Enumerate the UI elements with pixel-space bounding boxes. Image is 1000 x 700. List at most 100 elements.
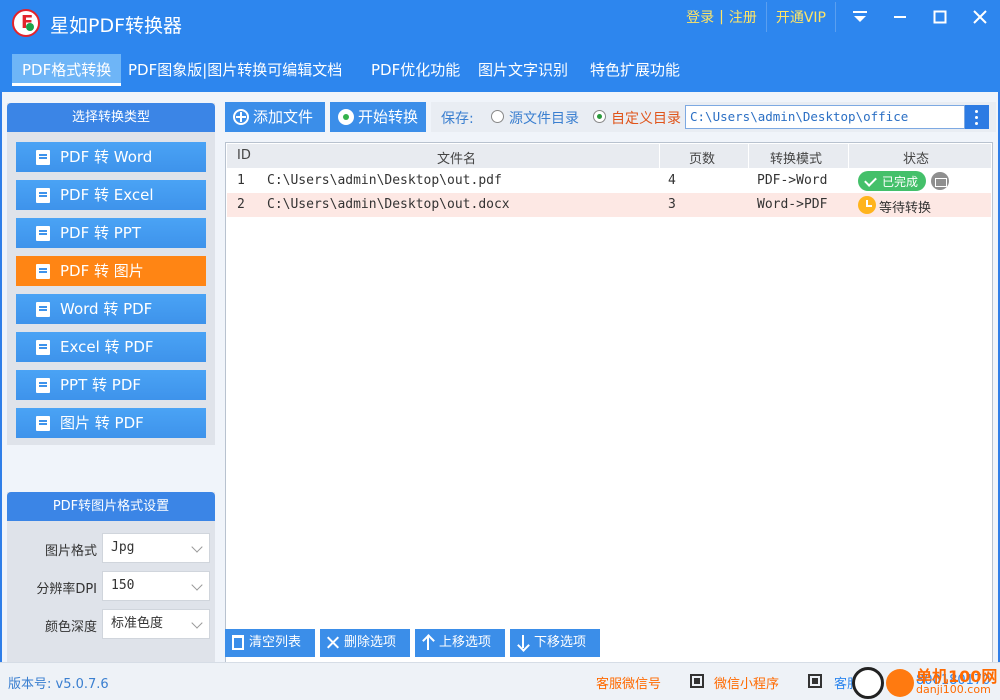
button-label: Excel 转 PDF — [60, 338, 154, 356]
table-row[interactable]: 1 C:\Users\admin\Desktop\out.pdf 4 PDF->… — [227, 169, 991, 193]
status-badge: 已完成 — [858, 171, 927, 191]
row-pages: 4 — [668, 173, 676, 188]
minimize-icon[interactable] — [880, 0, 920, 34]
move-down-button[interactable]: 下移选项 — [510, 629, 600, 657]
file-table: ID 文件名 页数 转换模式 状态 1 C:\Users\admin\Deskt… — [225, 142, 993, 674]
clock-icon — [858, 196, 876, 214]
pdf-file-icon — [36, 150, 50, 165]
chevron-down-icon — [191, 617, 203, 629]
login-link[interactable]: 登录 — [681, 7, 719, 27]
image-to-pdf-button[interactable]: 图片 转 PDF — [16, 408, 206, 438]
status-text: 等待转换 — [879, 201, 932, 216]
dpi-select[interactable]: 150 — [102, 571, 210, 601]
chevron-down-icon — [191, 579, 203, 591]
button-label: PDF 转 PPT — [60, 224, 142, 242]
image-format-row: 图片格式 Jpg — [7, 533, 215, 565]
image-settings-panel: PDF转图片格式设置 图片格式 Jpg 分辨率DPI 150 颜色深度 标准色度 — [7, 492, 215, 662]
qr-code-icon[interactable] — [690, 674, 704, 688]
custom-dir-radio[interactable] — [593, 110, 606, 123]
arrow-up-icon — [422, 635, 434, 650]
main-menu: PDF格式转换 PDF图象版|图片转换可编辑文档 PDF优化功能 图片文字识别 … — [0, 46, 1000, 92]
ppt-to-pdf-button[interactable]: PPT 转 PDF — [16, 370, 206, 400]
start-icon — [338, 109, 354, 125]
button-label: 开始转换 — [358, 108, 419, 126]
color-depth-row: 颜色深度 标准色度 — [7, 609, 215, 641]
row-filename: C:\Users\admin\Desktop\out.docx — [267, 197, 510, 212]
dropdown-menu-icon[interactable] — [840, 0, 880, 34]
register-link[interactable]: 注册 — [724, 7, 762, 27]
plus-circle-icon — [233, 109, 249, 125]
image-settings-header: PDF转图片格式设置 — [7, 492, 215, 521]
app-title: 星如PDF转换器 — [50, 15, 183, 37]
button-label: PPT 转 PDF — [60, 376, 142, 394]
pdf-to-ppt-button[interactable]: PDF 转 PPT — [16, 218, 206, 248]
save-label: 保存: — [441, 111, 474, 127]
vip-link[interactable]: 开通VIP — [771, 7, 831, 27]
qr-code-icon[interactable] — [808, 674, 822, 688]
pdf-file-icon — [36, 264, 50, 279]
pdf-to-image-button[interactable]: PDF 转 图片 — [16, 256, 206, 286]
row-filename: C:\Users\admin\Desktop\out.pdf — [267, 173, 502, 188]
browse-more-icon[interactable] — [965, 105, 989, 129]
app-logo: F — [12, 9, 40, 37]
button-label: 上移选项 — [439, 635, 492, 650]
col-pages: 页数 — [689, 152, 716, 167]
output-path-input[interactable]: C:\Users\admin\Desktop\office — [685, 105, 965, 129]
button-label: 图片 转 PDF — [60, 414, 144, 432]
tab-pdf-optimize[interactable]: PDF优化功能 — [361, 54, 470, 86]
tab-pdf-format-convert[interactable]: PDF格式转换 — [12, 54, 122, 86]
trash-icon — [232, 635, 244, 650]
row-id: 1 — [237, 173, 245, 188]
version-label: 版本号: v5.0.7.6 — [8, 677, 109, 692]
row-id: 2 — [237, 197, 245, 212]
pdf-file-icon — [36, 188, 50, 203]
excel-to-pdf-button[interactable]: Excel 转 PDF — [16, 332, 206, 362]
col-mode: 转换模式 — [770, 152, 823, 167]
start-convert-button[interactable]: 开始转换 — [330, 102, 426, 132]
col-status: 状态 — [903, 152, 930, 167]
word-to-pdf-button[interactable]: Word 转 PDF — [16, 294, 206, 324]
dpi-label: 分辨率DPI — [36, 582, 97, 597]
pdf-to-excel-button[interactable]: PDF 转 Excel — [16, 180, 206, 210]
custom-dir-label[interactable]: 自定义目录 — [611, 108, 681, 128]
clear-list-button[interactable]: 清空列表 — [225, 629, 315, 657]
source-dir-label[interactable]: 源文件目录 — [509, 108, 579, 128]
source-dir-radio[interactable] — [491, 110, 504, 123]
main-area: 选择转换类型 PDF 转 Word PDF 转 Excel PDF 转 PPT … — [2, 92, 998, 674]
image-format-select[interactable]: Jpg — [102, 533, 210, 563]
move-up-button[interactable]: 上移选项 — [415, 629, 505, 657]
tab-pdf-image-edit[interactable]: PDF图象版|图片转换可编辑文档 — [118, 54, 352, 86]
chevron-down-icon — [191, 541, 203, 553]
row-pages: 3 — [668, 197, 676, 212]
table-header: ID 文件名 页数 转换模式 状态 — [227, 144, 991, 168]
table-row[interactable]: 2 C:\Users\admin\Desktop\out.docx 3 Word… — [227, 193, 991, 217]
color-depth-select[interactable]: 标准色度 — [102, 609, 210, 639]
tab-image-ocr[interactable]: 图片文字识别 — [468, 54, 578, 86]
mini-program-link[interactable]: 微信小程序 — [714, 673, 779, 692]
tab-extended-features[interactable]: 特色扩展功能 — [580, 54, 690, 86]
image-file-icon — [36, 416, 50, 431]
watermark-url: danji100.com — [916, 683, 991, 696]
color-depth-label: 颜色深度 — [44, 620, 97, 635]
row-mode: Word->PDF — [757, 197, 828, 212]
delete-item-button[interactable]: 删除选项 — [320, 629, 410, 657]
button-label: 添加文件 — [253, 108, 314, 126]
close-icon — [327, 635, 339, 650]
excel-file-icon — [36, 340, 50, 355]
watermark-logo-icon — [852, 667, 884, 699]
close-icon[interactable] — [960, 0, 1000, 34]
select-value: 标准色度 — [111, 616, 164, 631]
row-mode: PDF->Word — [757, 173, 828, 188]
wechat-service-link[interactable]: 客服微信号 — [596, 673, 661, 692]
pdf-to-word-button[interactable]: PDF 转 Word — [16, 142, 206, 172]
button-label: 下移选项 — [534, 635, 587, 650]
save-location-bar: 保存: 源文件目录 自定义目录 C:\Users\admin\Desktop\o… — [431, 102, 996, 132]
status-bar: 版本号: v5.0.7.6 客服微信号 微信小程序 客服 800180170 单… — [0, 662, 1000, 700]
add-file-button[interactable]: 添加文件 — [225, 102, 325, 132]
link-label: 客服微信号 — [596, 677, 662, 692]
open-folder-icon[interactable] — [931, 172, 949, 190]
maximize-icon[interactable] — [920, 0, 960, 34]
image-format-label: 图片格式 — [44, 544, 97, 559]
arrow-down-icon — [517, 635, 529, 650]
button-label: PDF 转 Word — [60, 148, 153, 166]
